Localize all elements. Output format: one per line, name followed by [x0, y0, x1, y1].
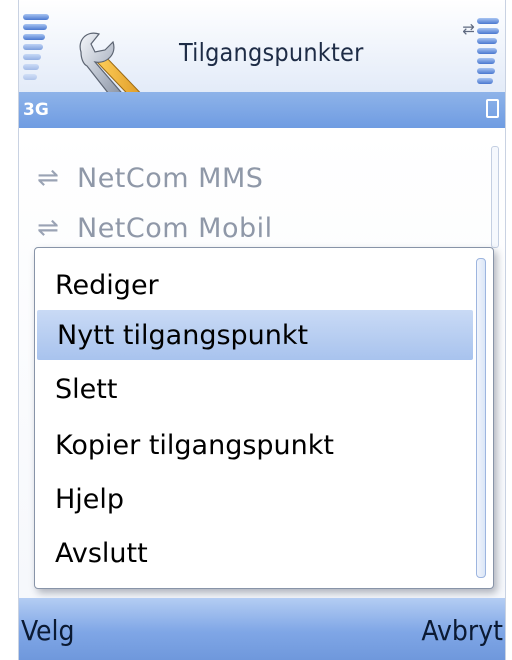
packet-data-icon: ⇄ — [462, 20, 475, 38]
list-item[interactable]: ⇌ NetCom Mobil — [37, 206, 273, 250]
battery-icon — [486, 99, 499, 118]
list-item-label: NetCom MMS — [77, 162, 264, 194]
menu-item-hjelp[interactable]: Hjelp — [35, 474, 475, 524]
network-type-label: 3G — [23, 100, 49, 120]
menu-item-avslutt[interactable]: Avslutt — [35, 528, 475, 578]
options-menu: Rediger Nytt tilgangspunkt Slett Kopier … — [34, 247, 494, 589]
menu-scrollbar[interactable] — [476, 258, 486, 578]
title-bar: Tilgangspunkter ⇄ — [19, 0, 505, 116]
softkey-bar: Velg Avbryt — [19, 598, 505, 660]
menu-item-slett[interactable]: Slett — [35, 364, 475, 414]
access-point-icon: ⇌ — [37, 213, 59, 243]
menu-item-kopier-tilgangspunkt[interactable]: Kopier tilgangspunkt — [35, 420, 475, 470]
left-softkey-button[interactable]: Velg — [21, 614, 75, 647]
signal-strength-icon — [23, 14, 51, 86]
status-strip: 3G — [19, 92, 505, 128]
battery-level-icon — [477, 18, 501, 90]
list-scrollbar[interactable] — [491, 146, 499, 248]
list-item[interactable]: ⇌ NetCom MMS — [37, 156, 263, 200]
phone-screen: Tilgangspunkter ⇄ 3G ⇌ NetCom MMS ⇌ NetC… — [18, 0, 506, 660]
page-title: Tilgangspunkter — [179, 38, 364, 67]
menu-item-rediger[interactable]: Rediger — [35, 260, 475, 310]
right-softkey-button[interactable]: Avbryt — [421, 614, 503, 647]
menu-item-nytt-tilgangspunkt[interactable]: Nytt tilgangspunkt — [37, 310, 473, 360]
access-point-icon: ⇌ — [37, 163, 59, 193]
list-item-label: NetCom Mobil — [77, 212, 273, 244]
